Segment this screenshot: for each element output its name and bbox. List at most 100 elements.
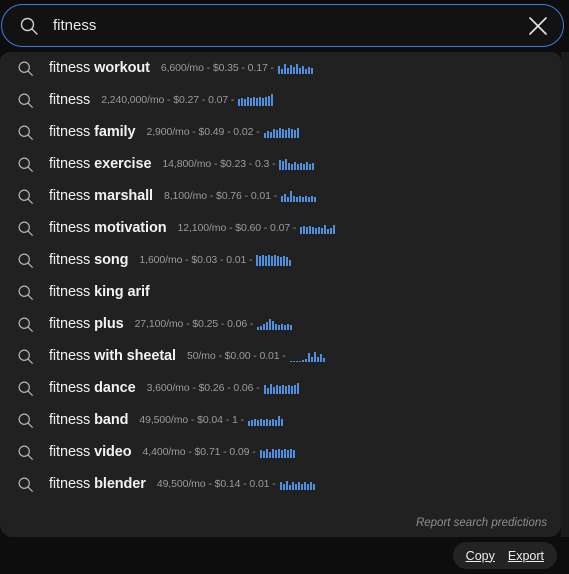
bottom-bar: Copy Export bbox=[0, 537, 569, 574]
suggestion-keyword-base: fitness bbox=[49, 124, 91, 140]
suggestion-keyword: fitness family bbox=[49, 124, 136, 140]
suggestion-stats: 49,500/mo - $0.04 - 1 - bbox=[139, 414, 283, 426]
suggestion-keyword-rest: king arif bbox=[90, 284, 150, 300]
suggestion-stats-text: 4,400/mo - $0.71 - 0.09 - bbox=[142, 446, 256, 458]
suggestion-stats: 27,100/mo - $0.25 - 0.06 - bbox=[135, 318, 293, 330]
suggestion-keyword-base: fitness bbox=[49, 92, 91, 108]
suggestion-keyword-base: fitness bbox=[49, 476, 91, 492]
search-icon bbox=[17, 252, 34, 269]
export-button[interactable]: Export bbox=[508, 549, 544, 563]
search-icon bbox=[17, 220, 34, 237]
suggestion-keyword: fitness song bbox=[49, 252, 128, 268]
suggestion-stats: 14,800/mo - $0.23 - 0.3 - bbox=[162, 158, 315, 170]
suggestion-keyword-rest: motivation bbox=[90, 220, 167, 236]
suggestion-row[interactable]: fitness family 2,900/mo - $0.49 - 0.02 - bbox=[0, 116, 561, 148]
trend-sparkline bbox=[238, 94, 274, 106]
copy-button[interactable]: Copy bbox=[466, 549, 495, 563]
search-bar[interactable] bbox=[1, 4, 564, 47]
suggestion-keyword-base: fitness bbox=[49, 156, 91, 172]
suggestion-stats-text: 3,600/mo - $0.26 - 0.06 - bbox=[146, 382, 260, 394]
suggestion-stats: 49,500/mo - $0.14 - 0.01 - bbox=[157, 478, 315, 490]
suggestion-keyword-base: fitness bbox=[49, 380, 91, 396]
suggestion-row[interactable]: fitness workout 6,600/mo - $0.35 - 0.17 - bbox=[0, 52, 561, 84]
suggestion-keyword-base: fitness bbox=[49, 444, 91, 460]
search-icon bbox=[17, 92, 34, 109]
close-icon[interactable] bbox=[517, 5, 559, 47]
suggestion-row[interactable]: fitness king arif bbox=[0, 276, 561, 308]
search-icon bbox=[17, 412, 34, 429]
suggestion-keyword-rest: marshall bbox=[90, 188, 153, 204]
suggestion-keyword-base: fitness bbox=[49, 284, 91, 300]
suggestion-stats: 8,100/mo - $0.76 - 0.01 - bbox=[164, 190, 317, 202]
search-icon bbox=[17, 348, 34, 365]
action-pill: Copy Export bbox=[452, 542, 557, 569]
trend-sparkline bbox=[247, 414, 283, 426]
suggestion-stats: 3,600/mo - $0.26 - 0.06 - bbox=[147, 382, 299, 394]
suggestion-keyword: fitness motivation bbox=[49, 220, 167, 236]
suggestions-list: fitness workout 6,600/mo - $0.35 - 0.17 -… bbox=[0, 52, 561, 500]
suggestion-keyword-rest: video bbox=[90, 444, 132, 460]
suggestion-keyword: fitness bbox=[49, 92, 90, 108]
suggestion-row[interactable]: fitness exercise 14,800/mo - $0.23 - 0.3 … bbox=[0, 148, 561, 180]
suggestion-row[interactable]: fitness 2,240,000/mo - $0.27 - 0.07 - bbox=[0, 84, 561, 116]
trend-sparkline bbox=[281, 190, 317, 202]
suggestion-stats: 2,240,000/mo - $0.27 - 0.07 - bbox=[101, 94, 274, 106]
suggestion-stats-text: 2,900/mo - $0.49 - 0.02 - bbox=[146, 126, 260, 138]
suggestion-stats: 6,600/mo - $0.35 - 0.17 - bbox=[161, 62, 313, 74]
suggestion-keyword-base: fitness bbox=[49, 412, 91, 428]
trend-sparkline bbox=[263, 126, 299, 138]
suggestion-row[interactable]: fitness band 49,500/mo - $0.04 - 1 - bbox=[0, 404, 561, 436]
suggestion-row[interactable]: fitness video 4,400/mo - $0.71 - 0.09 - bbox=[0, 436, 561, 468]
suggestion-keyword-base: fitness bbox=[49, 220, 91, 236]
suggestion-keyword: fitness video bbox=[49, 444, 132, 460]
suggestion-keyword-rest: workout bbox=[90, 60, 150, 76]
suggestion-row[interactable]: fitness motivation 12,100/mo - $0.60 - 0.… bbox=[0, 212, 561, 244]
suggestion-keyword: fitness blender bbox=[49, 476, 146, 492]
suggestion-row[interactable]: fitness dance 3,600/mo - $0.26 - 0.06 - bbox=[0, 372, 561, 404]
suggestion-row[interactable]: fitness blender 49,500/mo - $0.14 - 0.01 … bbox=[0, 468, 561, 500]
trend-sparkline bbox=[279, 158, 315, 170]
page-edge-sliver bbox=[561, 52, 569, 537]
suggestion-keyword: fitness plus bbox=[49, 316, 124, 332]
suggestions-panel: fitness workout 6,600/mo - $0.35 - 0.17 -… bbox=[0, 52, 561, 537]
report-search-predictions-link[interactable]: Report search predictions bbox=[416, 517, 547, 529]
suggestion-keyword: fitness workout bbox=[49, 60, 150, 76]
suggestion-keyword-rest: exercise bbox=[90, 156, 152, 172]
suggestion-stats: 12,100/mo - $0.60 - 0.07 - bbox=[177, 222, 336, 234]
suggestion-stats-text: 27,100/mo - $0.25 - 0.06 - bbox=[134, 318, 254, 330]
suggestion-stats-text: 1,600/mo - $0.03 - 0.01 - bbox=[139, 254, 253, 266]
suggestion-stats-text: 12,100/mo - $0.60 - 0.07 - bbox=[177, 222, 297, 234]
trend-sparkline bbox=[263, 382, 299, 394]
suggestion-stats-text: 50/mo - $0.00 - 0.01 - bbox=[186, 350, 286, 362]
suggestion-keyword-rest: blender bbox=[90, 476, 146, 492]
trend-sparkline bbox=[259, 446, 295, 458]
suggestion-row[interactable]: fitness marshall 8,100/mo - $0.76 - 0.01 … bbox=[0, 180, 561, 212]
suggestion-keyword-base: fitness bbox=[49, 60, 91, 76]
search-icon bbox=[17, 188, 34, 205]
suggestion-keyword-rest: family bbox=[90, 124, 136, 140]
search-icon bbox=[17, 444, 34, 461]
search-icon bbox=[19, 16, 39, 36]
suggestion-keyword-rest: dance bbox=[90, 380, 136, 396]
search-icon bbox=[17, 316, 34, 333]
suggestion-stats-text: 49,500/mo - $0.14 - 0.01 - bbox=[156, 478, 276, 490]
suggestion-keyword-base: fitness bbox=[49, 348, 91, 364]
suggestion-keyword: fitness with sheetal bbox=[49, 348, 176, 364]
suggestion-keyword-base: fitness bbox=[49, 252, 91, 268]
suggestion-keyword: fitness exercise bbox=[49, 156, 152, 172]
search-icon bbox=[17, 284, 34, 301]
suggestion-keyword: fitness band bbox=[49, 412, 128, 428]
trend-sparkline bbox=[277, 62, 313, 74]
search-input[interactable] bbox=[53, 17, 517, 34]
suggestion-row[interactable]: fitness with sheetal 50/mo - $0.00 - 0.01… bbox=[0, 340, 561, 372]
trend-sparkline bbox=[289, 350, 325, 362]
suggestion-stats-text: 14,800/mo - $0.23 - 0.3 - bbox=[162, 158, 276, 170]
suggestion-row[interactable]: fitness plus 27,100/mo - $0.25 - 0.06 - bbox=[0, 308, 561, 340]
trend-sparkline bbox=[300, 222, 336, 234]
suggestion-stats-text: 49,500/mo - $0.04 - 1 - bbox=[139, 414, 244, 426]
suggestion-stats: 4,400/mo - $0.71 - 0.09 - bbox=[143, 446, 295, 458]
suggestion-row[interactable]: fitness song 1,600/mo - $0.03 - 0.01 - bbox=[0, 244, 561, 276]
suggestion-keyword-rest: plus bbox=[90, 316, 124, 332]
suggestion-stats-text: 8,100/mo - $0.76 - 0.01 - bbox=[164, 190, 278, 202]
suggestion-stats: 50/mo - $0.00 - 0.01 - bbox=[187, 350, 325, 362]
